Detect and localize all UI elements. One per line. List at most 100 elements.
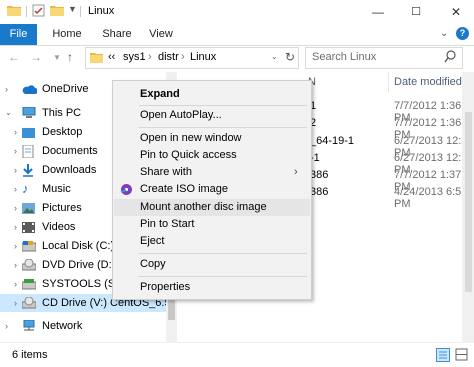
- nav-item-label: Downloads: [42, 164, 97, 176]
- recent-locations-icon[interactable]: ▼: [53, 53, 61, 62]
- dvd-icon: [21, 258, 37, 271]
- content-scrollbar[interactable]: [462, 72, 474, 342]
- minimize-button[interactable]: —: [360, 0, 396, 24]
- menu-item-label: Pin to Start: [140, 218, 195, 230]
- menu-item-expand[interactable]: Expand: [114, 86, 310, 103]
- tab-share[interactable]: Share: [96, 24, 138, 45]
- customize-toolbar-icon[interactable]: ▼: [68, 4, 77, 14]
- pictures-folder-icon: [22, 202, 35, 214]
- submenu-arrow-icon: ›: [294, 166, 298, 178]
- menu-item-label: Mount another disc image: [140, 201, 267, 213]
- nav-item-label: Documents: [42, 145, 98, 157]
- up-arrow-icon[interactable]: ↑: [67, 50, 73, 64]
- menu-item-pin-to-start[interactable]: Pin to Start: [114, 216, 310, 233]
- nav-item-label: This PC: [42, 107, 82, 119]
- menu-item-label: Expand: [140, 88, 180, 100]
- file-row-name[interactable]: 386: [310, 186, 328, 198]
- menu-item-create-iso-image[interactable]: Create ISO image: [114, 181, 310, 198]
- menu-item-pin-to-quick-access[interactable]: Pin to Quick access: [114, 147, 310, 164]
- downloads-icon: [22, 164, 35, 177]
- new-folder-icon[interactable]: [50, 4, 64, 19]
- menu-item-label: Copy: [140, 258, 166, 270]
- menu-item-label: Open in new window: [140, 132, 242, 144]
- chevron-down-icon[interactable]: ⌄: [440, 28, 448, 39]
- title-bar: ▼ Linux — ☐ ✕: [0, 0, 474, 24]
- search-input[interactable]: Search Linux: [312, 51, 376, 63]
- large-icons-view-icon[interactable]: [455, 348, 468, 361]
- forward-arrow-icon[interactable]: →: [30, 50, 42, 64]
- nav-item-network[interactable]: › Network: [0, 317, 177, 335]
- breadcrumb-overflow[interactable]: ‹‹: [108, 51, 115, 63]
- status-bar: 6 items: [0, 342, 474, 367]
- nav-item-label: OneDrive: [42, 83, 89, 95]
- breadcrumb-item-sys1[interactable]: sys1: [123, 51, 146, 63]
- music-icon: ♪: [22, 181, 29, 196]
- breadcrumb-item-linux[interactable]: Linux: [190, 51, 216, 63]
- nav-item-label: Network: [42, 320, 83, 332]
- address-row: ← → ▼ ↑ ‹‹ sys1 › distr › Linux ⌄ ↻ Sear…: [0, 46, 474, 70]
- menu-item-label: Properties: [140, 281, 191, 293]
- context-menu: Expand Open AutoPlay... Open in new wind…: [112, 80, 312, 300]
- nav-item-label: Pictures: [42, 202, 82, 214]
- details-view-icon[interactable]: [436, 348, 450, 362]
- folder-icon: [7, 4, 21, 19]
- computer-icon: [22, 106, 36, 119]
- refresh-icon[interactable]: ↻: [285, 50, 295, 64]
- ribbon-tabs: File Home Share View ⌄ ?: [0, 24, 474, 46]
- column-divider[interactable]: [388, 72, 389, 92]
- close-button[interactable]: ✕: [438, 0, 474, 24]
- nav-item-label: Videos: [42, 221, 76, 233]
- menu-separator: [139, 253, 307, 254]
- tab-view[interactable]: View: [142, 24, 180, 45]
- menu-separator: [139, 105, 307, 106]
- nav-item-label: SYSTOOLS (S:): [42, 278, 122, 290]
- menu-item-open-autoplay[interactable]: Open AutoPlay...: [114, 107, 310, 124]
- file-row-name[interactable]: 386: [310, 169, 328, 181]
- cloud-icon: [22, 83, 38, 95]
- breadcrumb-item-distr[interactable]: distr: [158, 51, 179, 63]
- address-dropdown-icon[interactable]: ⌄: [271, 52, 278, 61]
- menu-item-copy[interactable]: Copy: [114, 256, 310, 273]
- menu-item-properties[interactable]: Properties: [114, 279, 310, 296]
- properties-icon[interactable]: [32, 4, 45, 20]
- file-row-name[interactable]: _64-19-1: [310, 135, 354, 147]
- menu-item-label: Create ISO image: [140, 183, 229, 195]
- nav-item-label: Music: [42, 183, 71, 195]
- breadcrumb-separator: ›: [148, 51, 152, 63]
- maximize-button[interactable]: ☐: [398, 0, 434, 24]
- cd-icon: [21, 296, 37, 309]
- menu-item-label: Eject: [140, 235, 165, 247]
- videos-folder-icon: [22, 221, 35, 233]
- nav-item-label: Local Disk (C:): [42, 240, 115, 252]
- disk-icon: [21, 278, 37, 290]
- menu-item-mount-another-disc-image[interactable]: Mount another disc image: [114, 199, 310, 216]
- menu-item-label: Open AutoPlay...: [140, 109, 222, 121]
- documents-folder-icon: [22, 144, 35, 159]
- back-arrow-icon[interactable]: ←: [8, 50, 20, 64]
- chevron-right-icon[interactable]: ›: [5, 80, 15, 98]
- folder-icon: [90, 52, 103, 66]
- menu-separator: [139, 127, 307, 128]
- content-scrollbar-thumb[interactable]: [465, 112, 472, 292]
- address-bar[interactable]: ‹‹ sys1 › distr › Linux ⌄ ↻: [85, 47, 299, 69]
- tab-home[interactable]: Home: [47, 24, 87, 45]
- window-title: Linux: [88, 5, 115, 17]
- chevron-down-icon[interactable]: ⌄: [5, 104, 15, 122]
- disk-icon: [21, 240, 37, 252]
- search-icon: [444, 50, 456, 66]
- chevron-right-icon[interactable]: ›: [5, 317, 15, 335]
- tab-file[interactable]: File: [0, 24, 37, 45]
- menu-separator: [139, 276, 307, 277]
- menu-item-eject[interactable]: Eject: [114, 233, 310, 250]
- breadcrumb-separator: ›: [181, 51, 185, 63]
- menu-item-label: Share with: [140, 166, 192, 178]
- menu-item-open-in-new-window[interactable]: Open in new window: [114, 130, 310, 147]
- column-header-date-modified[interactable]: Date modified: [394, 76, 462, 88]
- help-icon[interactable]: ?: [456, 27, 469, 40]
- menu-item-share-with[interactable]: Share with ›: [114, 164, 310, 181]
- network-icon: [22, 319, 35, 332]
- item-count: 6 items: [12, 349, 48, 361]
- nav-item-label: Desktop: [42, 126, 83, 138]
- menu-item-label: Pin to Quick access: [140, 149, 237, 161]
- search-box[interactable]: Search Linux: [305, 47, 463, 69]
